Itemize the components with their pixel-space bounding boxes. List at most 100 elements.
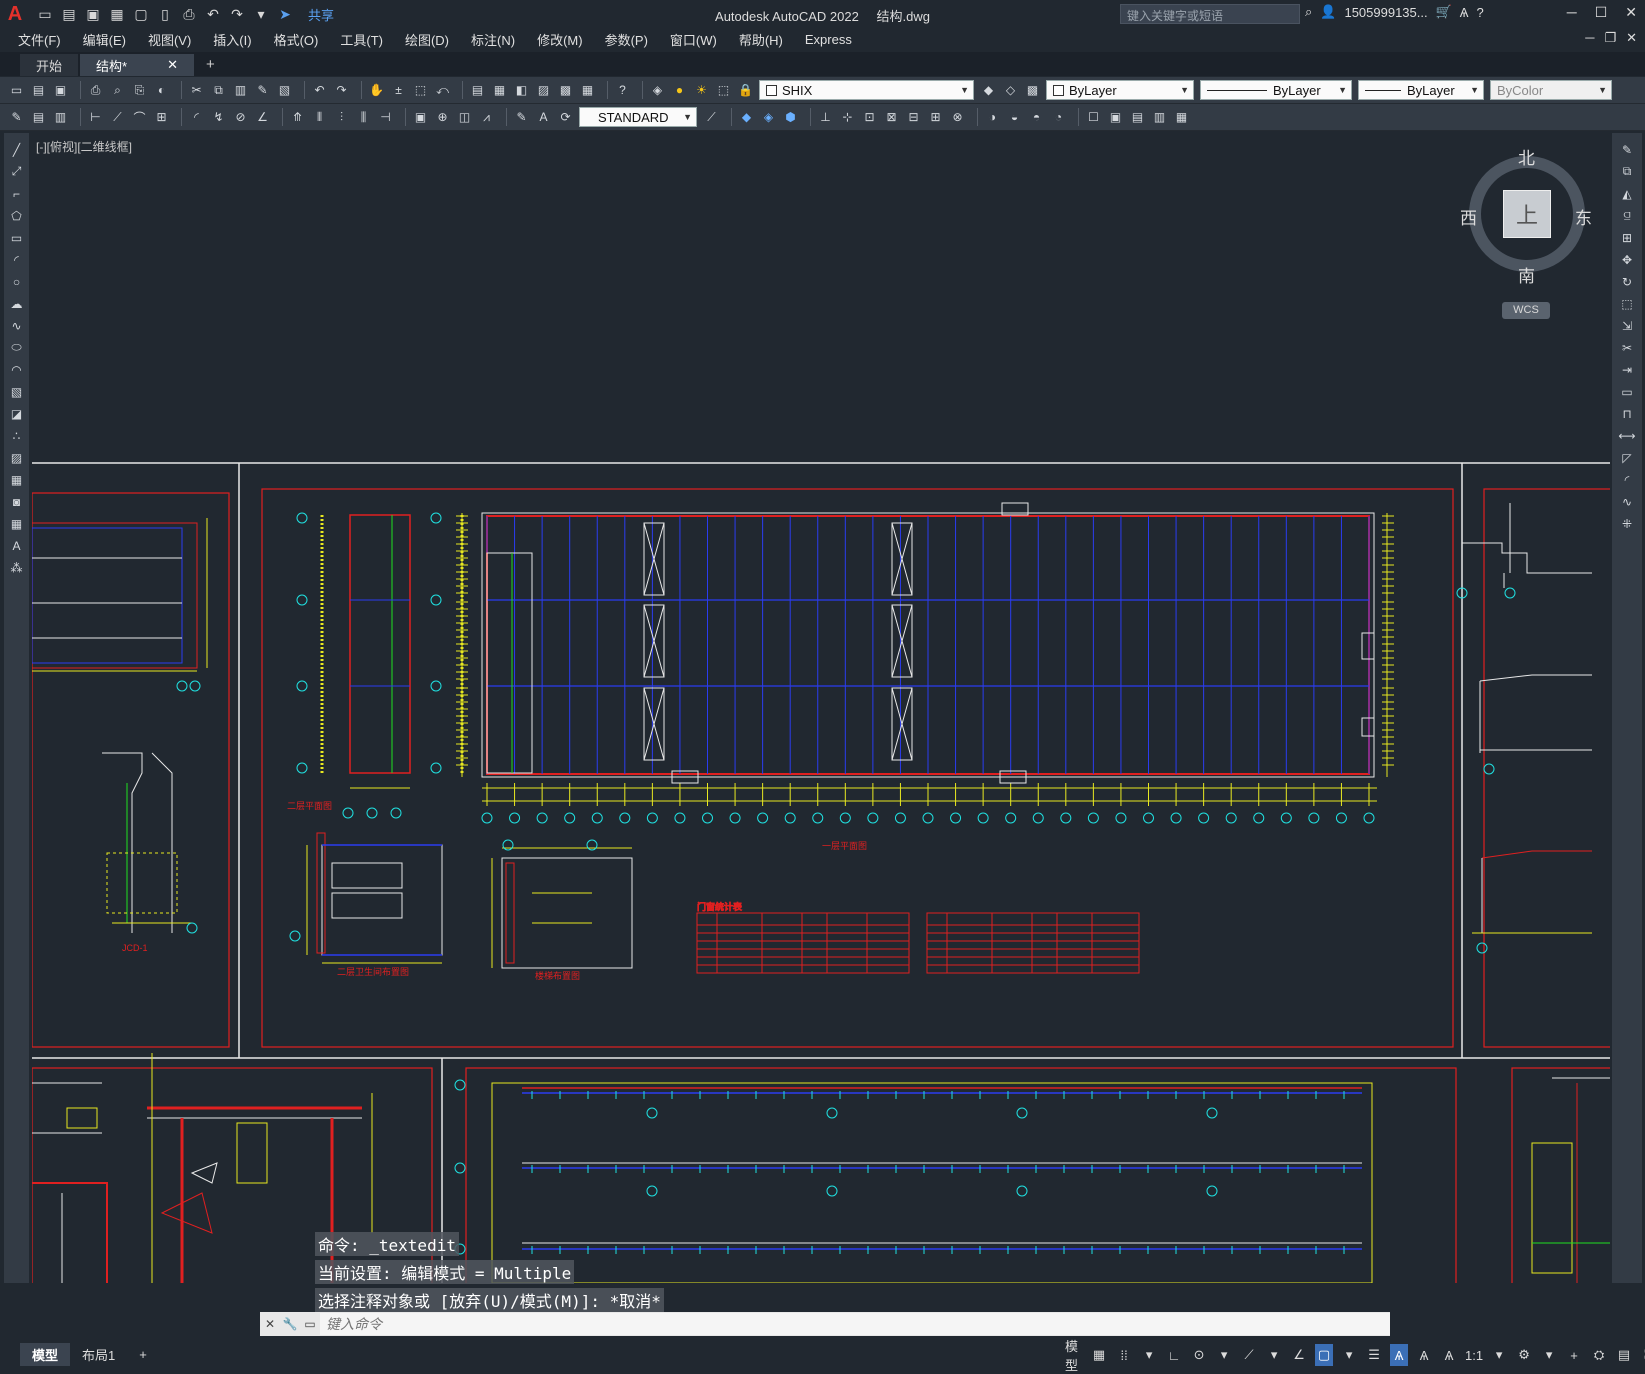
recent-commands-icon[interactable]: ▭	[300, 1317, 320, 1331]
linetype-control-select[interactable]: ByLayer ▼	[1200, 80, 1352, 100]
materials-icon[interactable]: ▣	[1107, 109, 1124, 126]
ucs-view-icon[interactable]: ⊟	[905, 109, 922, 126]
user-icon[interactable]: 👤	[1320, 4, 1336, 20]
print-icon[interactable]: ⎙	[180, 6, 198, 22]
compass-east[interactable]: 东	[1575, 204, 1592, 229]
polar-icon[interactable]: ⊙	[1190, 1344, 1208, 1366]
redo-icon[interactable]: ↷	[228, 6, 246, 22]
dim-angular-icon[interactable]: ∠	[254, 109, 271, 126]
save-icon[interactable]: ▣	[52, 82, 69, 99]
multiline-text-icon[interactable]: A	[8, 537, 26, 554]
plot-style-select[interactable]: ByColor ▼	[1490, 80, 1612, 100]
ellipse-icon[interactable]: ⬭	[8, 339, 26, 356]
explode-icon[interactable]: ⁜	[1618, 515, 1636, 532]
dim-aligned-icon[interactable]: ⟋	[109, 109, 126, 126]
doc-restore-icon[interactable]: ❐	[1604, 30, 1616, 46]
3d-print-icon[interactable]: ◐	[153, 82, 170, 99]
menu-view[interactable]: 视图(V)	[148, 30, 191, 49]
search-icon[interactable]: ⌕	[1305, 4, 1312, 20]
ellipse-arc-icon[interactable]: ◠	[8, 361, 26, 378]
menu-tools[interactable]: 工具(T)	[340, 30, 383, 49]
zoom-previous-icon[interactable]: ⤺	[434, 82, 451, 99]
plot-icon[interactable]: ⎙	[87, 82, 104, 99]
dim-diameter-icon[interactable]: ⊘	[232, 109, 249, 126]
dim-baseline-icon[interactable]: ⫴	[311, 109, 328, 126]
open-web-icon[interactable]: ▢	[132, 6, 150, 22]
viewport-label[interactable]: [-][俯视][二维线框]	[36, 138, 132, 155]
menu-modify[interactable]: 修改(M)	[537, 30, 583, 49]
keyword-search-input[interactable]: 键入关键字或短语	[1120, 4, 1300, 24]
rectangle-icon[interactable]: ▭	[8, 229, 26, 246]
zoom-window-icon[interactable]: ⬚	[412, 82, 429, 99]
ucs-world-icon[interactable]: ⊹	[839, 109, 856, 126]
copy-icon[interactable]: ⧉	[210, 82, 227, 99]
open-icon[interactable]: ▤	[30, 82, 47, 99]
tab-close-icon[interactable]: ✕	[167, 57, 178, 73]
viewcube-top-face[interactable]: 上	[1503, 190, 1551, 238]
maximize-icon[interactable]: ☐	[1595, 4, 1608, 21]
help-icon[interactable]: ?	[1476, 5, 1483, 20]
annotation-visibility-icon[interactable]: Ѧ	[1390, 1344, 1409, 1366]
ucs-face-icon[interactable]: ⊠	[883, 109, 900, 126]
design-center-icon[interactable]: ▦	[491, 82, 508, 99]
workspace-dropdown-icon[interactable]: ▾	[1540, 1344, 1558, 1366]
new-file-icon[interactable]: ▭	[36, 6, 54, 22]
wrench-icon[interactable]: 🔧	[280, 1317, 300, 1331]
match-prop-icon[interactable]: ✎	[254, 82, 271, 99]
open-file-icon[interactable]: ▤	[60, 6, 78, 22]
undo-icon[interactable]: ↶	[204, 6, 222, 22]
minimize-icon[interactable]: ─	[1567, 4, 1577, 21]
save-as-icon[interactable]: ▦	[108, 6, 126, 22]
realistic-icon[interactable]: ◓	[1028, 109, 1045, 126]
break-icon[interactable]: ⊓	[1618, 405, 1636, 422]
layer-box-icon[interactable]: ⬚	[715, 82, 732, 99]
save-web-icon[interactable]: ▯	[156, 6, 174, 22]
autodesk-app-icon[interactable]: Ѧ	[1460, 5, 1469, 20]
add-layout-icon[interactable]: +	[127, 1345, 159, 1364]
user-name[interactable]: 1505999135...	[1344, 5, 1427, 20]
annotation-scale-icon[interactable]: Ѧ	[1440, 1344, 1458, 1366]
polygon-icon[interactable]: ⬠	[8, 207, 26, 224]
construction-line-icon[interactable]: ⤢	[8, 163, 26, 180]
inspect-icon[interactable]: ◫	[456, 109, 473, 126]
new-tab-icon[interactable]: +	[206, 56, 215, 73]
center-mark-icon[interactable]: ⊕	[434, 109, 451, 126]
object-snap-icon[interactable]: ▢	[1315, 1344, 1334, 1366]
menu-help[interactable]: 帮助(H)	[739, 30, 783, 49]
camera-icon[interactable]: ▥	[1151, 109, 1168, 126]
customize-dropdown-icon[interactable]: ▾	[252, 6, 270, 22]
menu-express[interactable]: Express	[805, 32, 852, 47]
ortho-icon[interactable]: ∟	[1165, 1344, 1183, 1366]
doc-close-icon[interactable]: ✕	[1626, 30, 1637, 46]
close-icon[interactable]: ✕	[260, 1317, 280, 1331]
isodraft-dropdown-icon[interactable]: ▾	[1265, 1344, 1283, 1366]
auto-scale-icon[interactable]: Ѧ	[1415, 1344, 1433, 1366]
revision-cloud-icon[interactable]: ☁	[8, 295, 26, 312]
object-track-icon[interactable]: ∠	[1290, 1344, 1308, 1366]
trim-icon[interactable]: ✂	[1618, 339, 1636, 356]
jogged-linear-icon[interactable]: ⩘	[478, 109, 495, 126]
stretch-icon[interactable]: ⇲	[1618, 317, 1636, 334]
make-block-icon[interactable]: ◪	[8, 405, 26, 422]
dim-break-icon[interactable]: ⊣	[377, 109, 394, 126]
menu-draw[interactable]: 绘图(D)	[405, 30, 449, 49]
annotation-scale-value[interactable]: 1:1	[1465, 1344, 1483, 1366]
wcs-menu[interactable]: WCS	[1502, 302, 1550, 319]
insert-block-icon[interactable]: ▧	[8, 383, 26, 400]
layer-state-icon[interactable]: ▩	[1024, 82, 1041, 99]
close-icon[interactable]: ✕	[1625, 4, 1637, 21]
ucs-zaxis-icon[interactable]: ⊗	[949, 109, 966, 126]
make-current-layer-icon[interactable]: ◆	[980, 82, 997, 99]
menu-parametric[interactable]: 参数(P)	[605, 30, 648, 49]
array-icon[interactable]: ⊞	[1618, 229, 1636, 246]
render-icon[interactable]: ☐	[1085, 109, 1102, 126]
conceptual-icon[interactable]: ◔	[1050, 109, 1067, 126]
clean-screen-icon[interactable]: ⛶	[1640, 1344, 1645, 1366]
menu-dimension[interactable]: 标注(N)	[471, 30, 515, 49]
mirror-icon[interactable]: ◭	[1618, 185, 1636, 202]
tolerance-icon[interactable]: ▣	[412, 109, 429, 126]
compass-west[interactable]: 西	[1460, 204, 1477, 229]
ucs-icon[interactable]: ⊥	[817, 109, 834, 126]
grid-icon[interactable]: ▦	[1090, 1344, 1108, 1366]
polyline-icon[interactable]: ⌐	[8, 185, 26, 202]
